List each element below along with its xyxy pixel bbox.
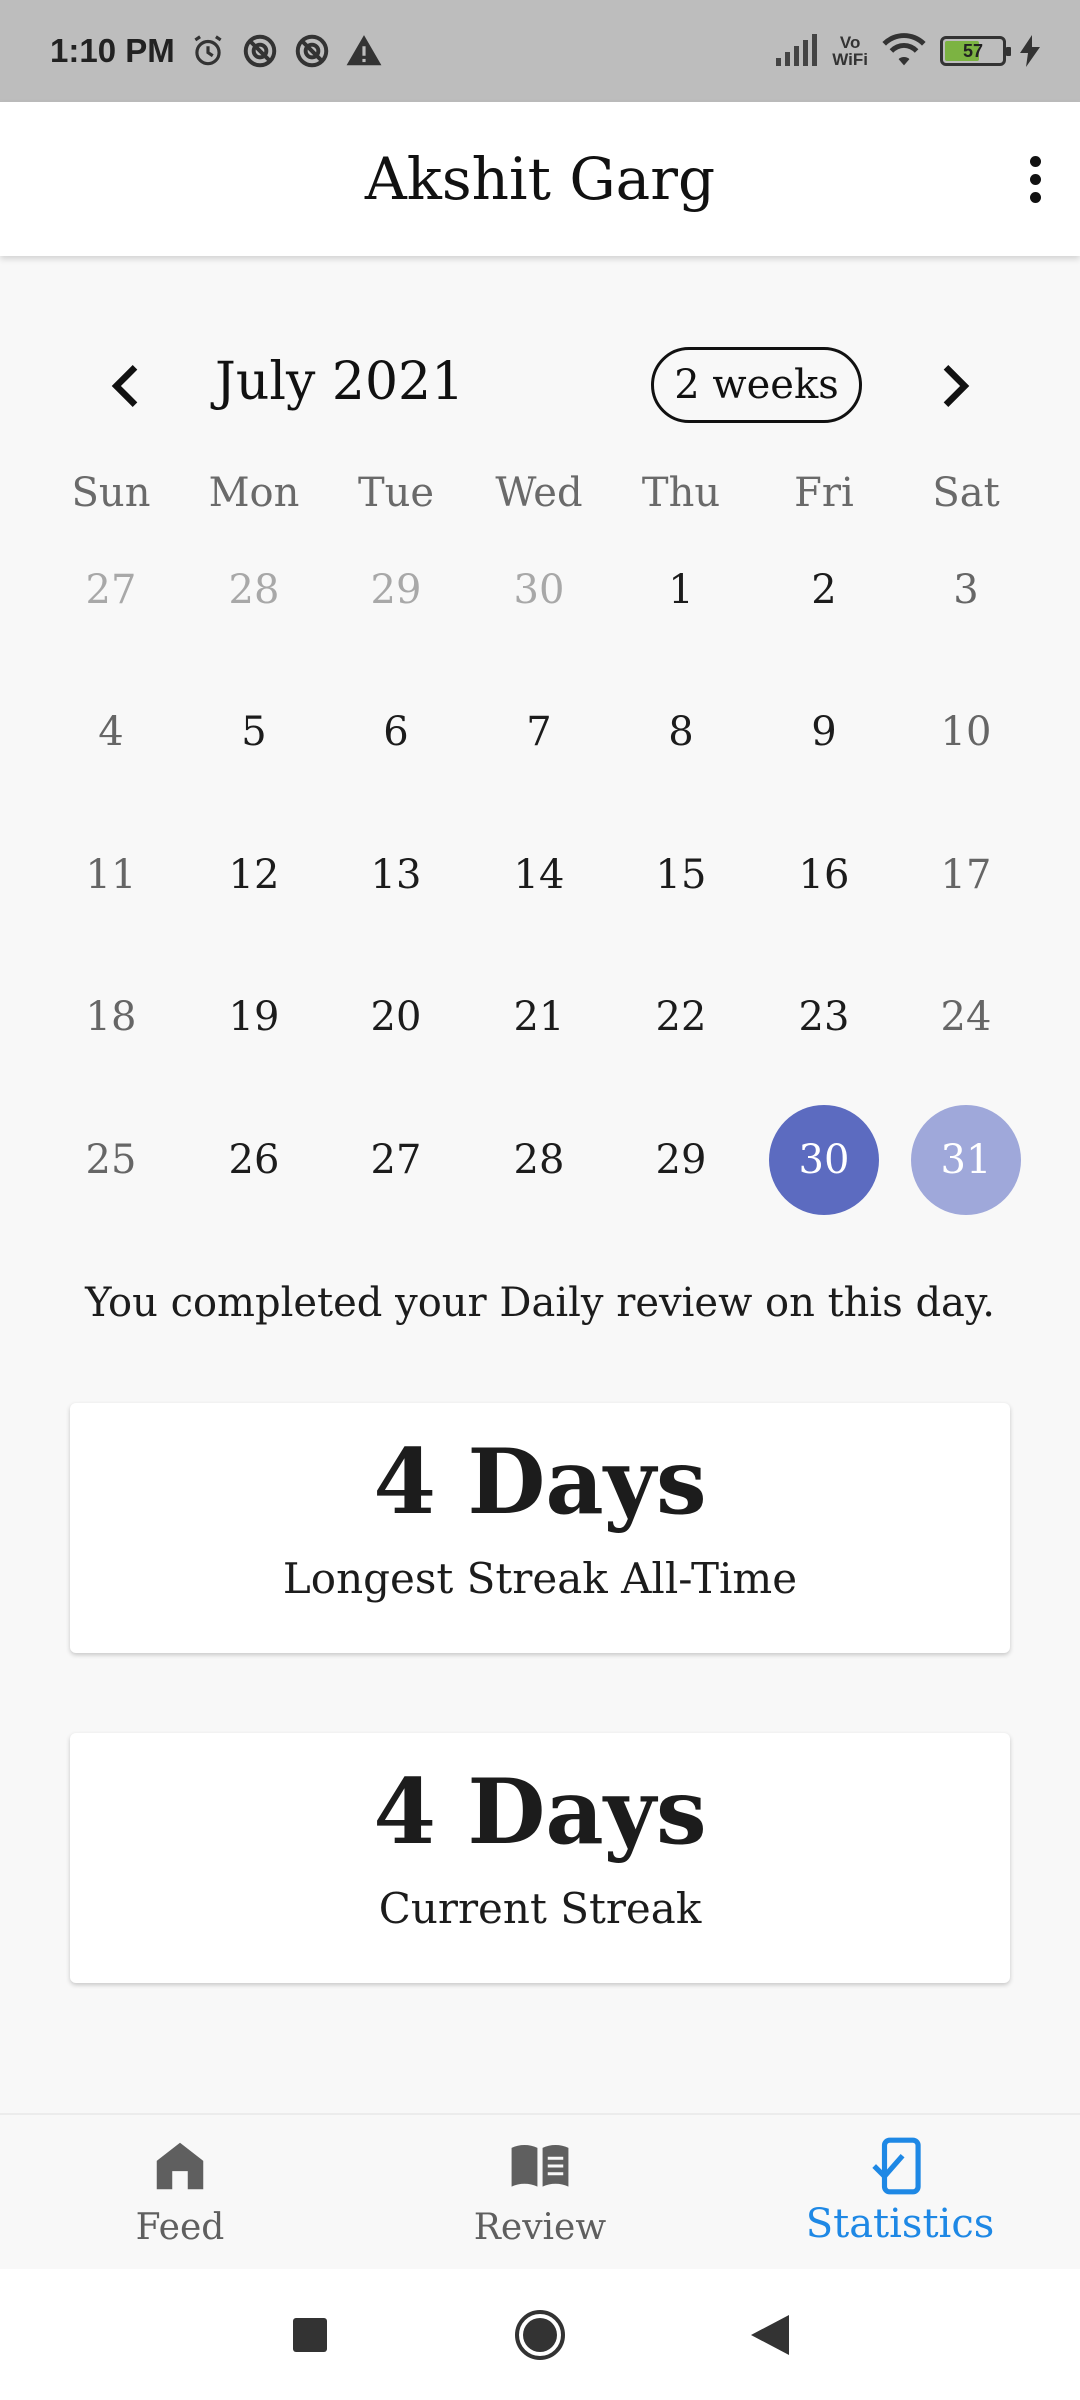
app-bar: Akshit Garg xyxy=(0,102,1080,256)
no-disturb-icon xyxy=(243,34,276,68)
charging-icon xyxy=(1020,35,1040,67)
calendar-day[interactable]: 11 xyxy=(56,820,166,930)
no-disturb-icon xyxy=(295,34,328,68)
current-streak-card: 4 Days Current Streak xyxy=(70,1733,1010,1983)
vowifi-icon: Vo WiFi xyxy=(832,34,868,68)
vowifi-wifi: WiFi xyxy=(832,50,868,69)
calendar-day[interactable]: 18 xyxy=(56,962,166,1072)
calendar-day[interactable]: 28 xyxy=(484,1105,594,1215)
nav-item-statistics[interactable]: Statistics xyxy=(720,2115,1080,2269)
calendar-day[interactable]: 10 xyxy=(911,677,1021,787)
status-right: Vo WiFi 57 xyxy=(774,33,1040,69)
weekday-sat: Sat xyxy=(932,470,1000,516)
status-bar: 1:10 PM Vo WiFi 57 xyxy=(0,0,1080,102)
nav-item-review[interactable]: Review xyxy=(360,2115,720,2269)
longest-streak-value: 4 Days xyxy=(373,1429,707,1535)
calendar-day[interactable]: 26 xyxy=(199,1105,309,1215)
calendar-day[interactable]: 24 xyxy=(911,962,1021,1072)
calendar-day[interactable]: 27 xyxy=(56,535,166,645)
calendar-day[interactable]: 29 xyxy=(626,1105,736,1215)
calendar-day[interactable]: 30 xyxy=(484,535,594,645)
weekday-fri: Fri xyxy=(794,470,854,516)
calendar-day[interactable]: 3 xyxy=(911,535,1021,645)
calendar-day[interactable]: 1 xyxy=(626,535,736,645)
battery-level: 57 xyxy=(962,40,984,61)
status-left: 1:10 PM xyxy=(50,32,383,70)
calendar-day[interactable]: 31 xyxy=(911,1105,1021,1215)
calendar-day[interactable]: 29 xyxy=(341,535,451,645)
calendar-day[interactable]: 22 xyxy=(626,962,736,1072)
calendar-day[interactable]: 25 xyxy=(56,1105,166,1215)
alarm-icon xyxy=(194,35,222,66)
calendar-day[interactable]: 19 xyxy=(199,962,309,1072)
chevron-right-icon[interactable] xyxy=(925,358,981,414)
completion-info-text: You completed your Daily review on this … xyxy=(85,1280,995,1326)
current-streak-label: Current Streak xyxy=(378,1884,702,1933)
weekday-mon: Mon xyxy=(208,470,300,516)
back-icon[interactable] xyxy=(740,2305,800,2365)
calendar-day[interactable]: 15 xyxy=(626,820,736,930)
weekday-tue: Tue xyxy=(357,470,435,516)
recents-icon[interactable] xyxy=(280,2305,340,2365)
calendar-day[interactable]: 23 xyxy=(769,962,879,1072)
weekday-sun: Sun xyxy=(71,470,151,516)
calendar-day[interactable]: 8 xyxy=(626,677,736,787)
calendar-day[interactable]: 20 xyxy=(341,962,451,1072)
app-title: Akshit Garg xyxy=(364,145,716,213)
battery-icon: 57 xyxy=(940,36,1011,66)
calendar-day[interactable]: 5 xyxy=(199,677,309,787)
calendar-day[interactable]: 14 xyxy=(484,820,594,930)
calendar-day[interactable]: 16 xyxy=(769,820,879,930)
bottom-navigation: Feed Review Statistics xyxy=(0,2113,1080,2269)
calendar-day[interactable]: 2 xyxy=(769,535,879,645)
format-toggle-button[interactable]: 2 weeks xyxy=(651,347,862,423)
signal-icon xyxy=(776,34,818,66)
calendar-day[interactable]: 6 xyxy=(341,677,451,787)
calendar-day[interactable]: 7 xyxy=(484,677,594,787)
statistics-icon xyxy=(872,2137,921,2195)
calendar-day[interactable]: 13 xyxy=(341,820,451,930)
book-icon xyxy=(511,2145,569,2187)
system-navigation-bar xyxy=(0,2269,1080,2400)
calendar-day[interactable]: 12 xyxy=(199,820,309,930)
current-streak-value: 4 Days xyxy=(373,1759,707,1865)
calendar-day[interactable]: 28 xyxy=(199,535,309,645)
warning-icon xyxy=(346,35,382,66)
longest-streak-label: Longest Streak All-Time xyxy=(282,1554,798,1603)
nav-label-statistics: Statistics xyxy=(805,2201,995,2247)
nav-label-review: Review xyxy=(473,2207,607,2248)
more-vert-icon[interactable] xyxy=(1010,142,1060,216)
chevron-left-icon[interactable] xyxy=(100,358,156,414)
calendar-day[interactable]: 27 xyxy=(341,1105,451,1215)
calendar-day[interactable]: 9 xyxy=(769,677,879,787)
calendar-day[interactable]: 4 xyxy=(56,677,166,787)
month-title: July 2021 xyxy=(215,352,465,412)
weekday-thu: Thu xyxy=(641,470,721,516)
status-time: 1:10 PM xyxy=(50,32,175,69)
calendar-day[interactable]: 17 xyxy=(911,820,1021,930)
weekday-wed: Wed xyxy=(495,470,583,516)
calendar-day[interactable]: 21 xyxy=(484,962,594,1072)
calendar-header: July 2021 2 weeks xyxy=(0,340,1080,430)
home-icon xyxy=(156,2142,204,2190)
wifi-icon xyxy=(882,33,926,66)
longest-streak-card: 4 Days Longest Streak All-Time xyxy=(70,1403,1010,1653)
nav-label-feed: Feed xyxy=(135,2207,225,2248)
calendar-day[interactable]: 30 xyxy=(769,1105,879,1215)
weekday-header: Sun Mon Tue Wed Thu Fri Sat xyxy=(0,470,1080,530)
vowifi-vo: Vo xyxy=(839,33,861,52)
home-circle-icon[interactable] xyxy=(510,2305,570,2365)
nav-item-feed[interactable]: Feed xyxy=(0,2115,360,2269)
